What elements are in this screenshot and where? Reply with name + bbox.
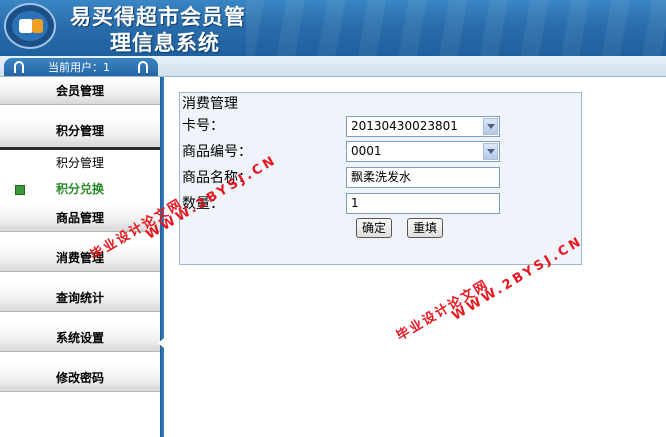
chevron-down-icon[interactable] (483, 118, 498, 135)
sidebar-subitem-points-management[interactable]: 积分管理 (0, 152, 160, 174)
app-title-line2: 理信息系统 (110, 30, 220, 55)
current-user-label: 当前用户：1 (48, 61, 110, 74)
product-id-value: 0001 (351, 144, 382, 158)
quantity-input[interactable]: 1 (346, 193, 500, 214)
sidebar-subitem-points-exchange[interactable]: 积分兑换 (0, 178, 160, 200)
product-name-value: 飘柔洗发水 (351, 170, 412, 184)
product-id-select[interactable]: 0001 (346, 141, 500, 162)
app-logo-icon (4, 3, 56, 49)
quantity-value: 1 (351, 196, 359, 210)
sidebar-item-system-settings[interactable]: 系统设置 (0, 324, 160, 352)
sidebar-subitem-label: 积分兑换 (55, 182, 104, 196)
app-header: 易买得超市会员管 理信息系统 (0, 0, 666, 56)
sidebar-item-points-management[interactable]: 积分管理 (0, 117, 160, 150)
chevron-down-icon[interactable] (483, 143, 498, 160)
current-user-tab: 当前用户：1 (4, 58, 158, 76)
sidebar-item-query-statistics[interactable]: 查询统计 (0, 284, 160, 312)
header-decoration (246, 0, 666, 56)
sidebar-subitem-label: 积分管理 (55, 156, 104, 170)
current-item-bullet-icon (15, 185, 25, 195)
panel-title: 消费管理 (182, 96, 238, 112)
card-number-value: 20130430023801 (351, 119, 458, 133)
sidebar-collapse-arrow-icon[interactable] (158, 338, 164, 348)
card-number-select[interactable]: 20130430023801 (346, 116, 500, 137)
tab-ring-left-icon (14, 61, 24, 73)
reset-button[interactable]: 重填 (407, 218, 443, 238)
tab-ring-right-icon (138, 61, 148, 73)
user-bar: 当前用户：1 (0, 56, 666, 77)
product-name-input[interactable]: 飘柔洗发水 (346, 167, 500, 188)
card-number-label: 卡号： (182, 118, 224, 134)
sidebar-item-member-management[interactable]: 会员管理 (0, 77, 160, 105)
sidebar-divider (160, 77, 164, 437)
confirm-button[interactable]: 确定 (356, 218, 392, 238)
sidebar-item-change-password[interactable]: 修改密码 (0, 364, 160, 392)
